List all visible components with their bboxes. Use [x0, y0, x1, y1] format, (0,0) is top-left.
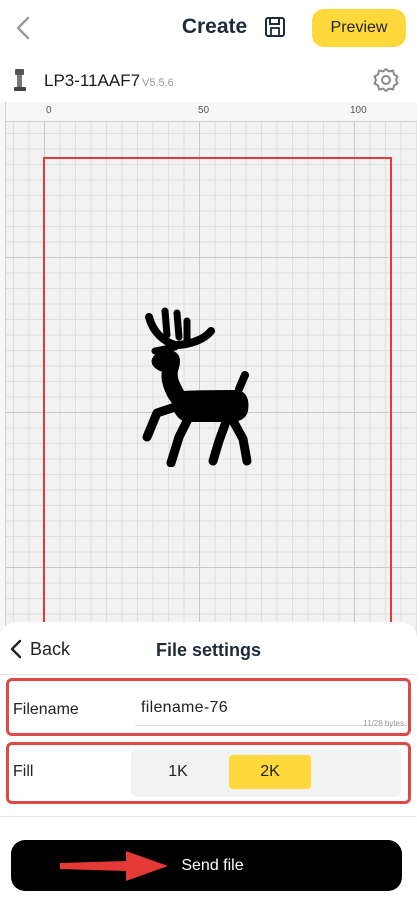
ruler-horizontal: 0 50 100 — [0, 102, 417, 122]
fill-segmented-control: 1K 2K — [131, 749, 401, 797]
divider — [0, 816, 417, 817]
byte-counter: 11/28 bytes — [363, 719, 404, 728]
ruler-label: 50 — [198, 105, 210, 116]
save-icon[interactable] — [264, 16, 286, 38]
device-name: LP3-11AAF7 — [44, 71, 141, 90]
divider — [0, 674, 417, 675]
send-file-label: Send file — [181, 856, 244, 874]
sheet-title: File settings — [155, 640, 262, 660]
filename-input[interactable]: filename-76 — [141, 699, 228, 717]
filename-row: Filename filename-76 11/28 bytes — [6, 678, 411, 736]
fill-row: Fill 1K 2K — [6, 742, 411, 804]
ruler-label: 0 — [46, 105, 52, 116]
gear-icon[interactable] — [373, 67, 399, 93]
red-arrow-annotation — [60, 851, 168, 881]
file-settings-sheet: Back File settings Filename filename-76 … — [0, 622, 417, 898]
fill-option-1k[interactable]: 1K — [137, 755, 219, 789]
design-canvas[interactable]: 0 50 100 — [0, 102, 417, 642]
ruler-label: 100 — [350, 105, 367, 116]
fill-option-2k[interactable]: 2K — [229, 755, 311, 789]
laser-device-icon — [14, 69, 26, 91]
filename-label: Filename — [13, 701, 79, 718]
header-bar: Create Preview — [0, 0, 417, 58]
preview-button[interactable]: Preview — [312, 9, 406, 47]
fill-label: Fill — [13, 763, 34, 780]
ruler-vertical — [0, 102, 6, 642]
device-version: V5.5.6 — [142, 77, 174, 89]
deer-icon[interactable] — [135, 307, 265, 467]
device-bar: LP3-11AAF7 V5.5.6 — [0, 58, 417, 102]
